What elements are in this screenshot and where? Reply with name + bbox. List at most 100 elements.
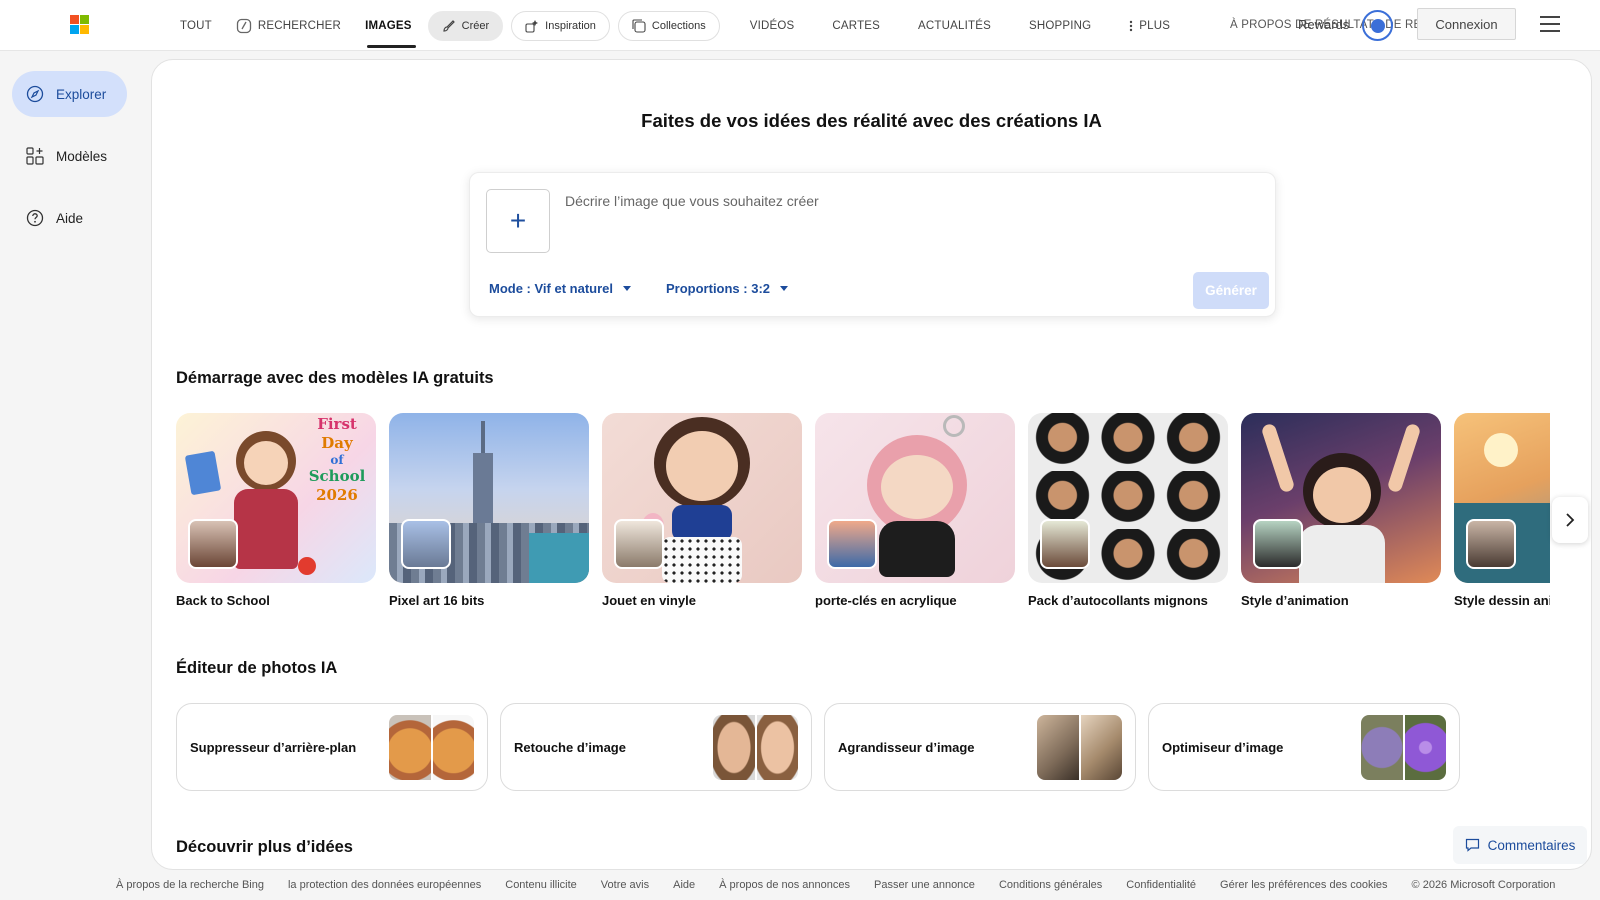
avatar — [1466, 519, 1516, 569]
comment-icon — [1465, 838, 1480, 852]
template-card-back-to-school[interactable]: First Day of School 2026 Back to School — [176, 413, 376, 608]
templates-title: Démarrage avec des modèles IA gratuits — [176, 369, 494, 387]
template-thumbnail — [1241, 413, 1441, 583]
nav-cartes-label: CARTES — [832, 20, 881, 32]
nav-shopping[interactable]: SHOPPING — [1017, 11, 1103, 41]
top-nav: TOUT RECHERCHER IMAGES Créer Inspiration… — [168, 11, 1182, 48]
nav-videos-label: VIDÉOS — [749, 20, 795, 32]
template-card-pixel-art[interactable]: Pixel art 16 bits — [389, 413, 589, 608]
nav-actualites[interactable]: ACTUALITÉS — [906, 11, 1003, 41]
footer-link-about-ads[interactable]: À propos de nos annonces — [719, 879, 850, 891]
more-vertical-icon — [1129, 20, 1133, 32]
tool-label: Agrandisseur d’image — [838, 740, 975, 755]
template-card-sticker-pack[interactable]: Pack d’autocollants mignons — [1028, 413, 1228, 608]
nav-videos[interactable]: VIDÉOS — [738, 11, 807, 41]
collections-icon — [632, 19, 646, 33]
tool-label: Suppresseur d’arrière-plan — [190, 740, 357, 755]
sidebar: Explorer Modèles Aide — [0, 51, 150, 871]
tool-preview — [389, 715, 474, 780]
footer-copyright: © 2026 Microsoft Corporation — [1411, 879, 1556, 891]
caret-down-icon — [780, 286, 789, 291]
nav-cartes[interactable]: CARTES — [820, 11, 892, 41]
sidebar-item-explorer[interactable]: Explorer — [12, 71, 127, 117]
sidebar-item-aide-label: Aide — [56, 210, 84, 226]
footer-link-illegal-content[interactable]: Contenu illicite — [505, 879, 577, 891]
pill-collections-label: Collections — [651, 20, 706, 32]
top-bar: TOUT RECHERCHER IMAGES Créer Inspiration… — [0, 0, 1600, 51]
template-card-animation-style[interactable]: Style d’animation — [1241, 413, 1441, 608]
chevron-right-icon — [1565, 513, 1575, 527]
editor-title: Éditeur de photos IA — [176, 659, 338, 677]
tool-image-enhancer[interactable]: Optimiseur d’image — [1148, 703, 1460, 791]
feedback-button[interactable]: Commentaires — [1453, 826, 1587, 864]
template-card-label: Pixel art 16 bits — [389, 593, 485, 608]
ratio-dropdown[interactable]: Proportions : 3:2 — [666, 281, 789, 296]
editor-tools: Suppresseur d’arrière-plan Retouche d’im… — [176, 703, 1460, 791]
footer-link-about-bing[interactable]: À propos de la recherche Bing — [116, 879, 264, 891]
nav-shopping-label: SHOPPING — [1028, 20, 1092, 32]
mode-dropdown[interactable]: Mode : Vif et naturel — [489, 281, 631, 296]
tool-image-retouch[interactable]: Retouche d’image — [500, 703, 812, 791]
template-card-label: Style d’animation — [1241, 593, 1349, 608]
discover-title: Découvrir plus d’idées — [176, 838, 353, 856]
template-card-acrylic-keychain[interactable]: porte-clés en acrylique — [815, 413, 1015, 608]
template-card-label: Style dessin animé — [1454, 593, 1550, 608]
footer-link-cookies[interactable]: Gérer les préférences des cookies — [1220, 879, 1388, 891]
footer-link-eu-privacy[interactable]: la protection des données européennes — [288, 879, 481, 891]
pill-collections[interactable]: Collections — [617, 11, 720, 41]
template-card-label: Pack d’autocollants mignons — [1028, 593, 1208, 608]
nav-plus[interactable]: PLUS — [1117, 11, 1182, 41]
page-title: Faites de vos idées des réalité avec des… — [641, 110, 1102, 131]
card-art-text-2: Day — [321, 434, 353, 452]
mode-dropdown-label: Mode : Vif et naturel — [489, 281, 613, 296]
templates-carousel: First Day of School 2026 Back to School — [176, 413, 1550, 613]
footer-link-terms[interactable]: Conditions générales — [999, 879, 1102, 891]
footer-link-advertise[interactable]: Passer une annonce — [874, 879, 975, 891]
nav-tout[interactable]: TOUT — [168, 11, 224, 41]
nav-plus-label: PLUS — [1139, 20, 1171, 32]
pill-creer[interactable]: Créer — [427, 11, 504, 41]
carousel-next-button[interactable] — [1552, 497, 1588, 543]
rewards-icon[interactable] — [1362, 10, 1393, 41]
template-thumbnail — [389, 413, 589, 583]
add-image-button[interactable]: + — [486, 189, 550, 253]
template-card-vinyl-toy[interactable]: Jouet en vinyle — [602, 413, 802, 608]
nav-images[interactable]: IMAGES — [353, 11, 424, 48]
signin-button[interactable]: Connexion — [1417, 8, 1516, 40]
search-icon — [236, 18, 252, 34]
help-icon — [26, 209, 44, 227]
tool-image-upscaler[interactable]: Agrandisseur d’image — [824, 703, 1136, 791]
generate-button[interactable]: Générer — [1193, 272, 1269, 309]
tool-background-remover[interactable]: Suppresseur d’arrière-plan — [176, 703, 488, 791]
plus-icon: + — [509, 205, 527, 236]
footer-link-feedback[interactable]: Votre avis — [601, 879, 649, 891]
avatar — [827, 519, 877, 569]
template-thumbnail: First Day of School 2026 — [176, 413, 376, 583]
pill-inspiration[interactable]: Inspiration — [511, 11, 610, 41]
prompt-input[interactable] — [565, 193, 1165, 209]
card-art-text-5: 2026 — [316, 486, 358, 504]
pill-creer-label: Créer — [461, 20, 490, 32]
tool-preview — [1037, 715, 1122, 780]
pill-inspiration-label: Inspiration — [545, 20, 596, 32]
footer-link-help[interactable]: Aide — [673, 879, 695, 891]
avatar — [401, 519, 451, 569]
tool-label: Optimiseur d’image — [1162, 740, 1284, 755]
sidebar-item-modeles[interactable]: Modèles — [12, 133, 127, 179]
template-card-label: porte-clés en acrylique — [815, 593, 957, 608]
ratio-dropdown-label: Proportions : 3:2 — [666, 281, 771, 296]
menu-icon[interactable] — [1540, 16, 1560, 32]
footer-link-privacy[interactable]: Confidentialité — [1126, 879, 1196, 891]
template-card-label: Back to School — [176, 593, 270, 608]
nav-rechercher[interactable]: RECHERCHER — [224, 11, 353, 41]
template-card-cartoon-style[interactable]: Style dessin animé — [1454, 413, 1550, 608]
nav-actualites-label: ACTUALITÉS — [918, 20, 991, 32]
microsoft-logo[interactable] — [70, 15, 89, 34]
creator-box: + Mode : Vif et naturel Proportions : 3:… — [469, 172, 1276, 317]
template-thumbnail — [1028, 413, 1228, 583]
avatar — [1040, 519, 1090, 569]
sidebar-item-aide[interactable]: Aide — [12, 195, 127, 241]
nav-rechercher-label: RECHERCHER — [257, 20, 342, 32]
rewards-label[interactable]: Rewards — [1298, 17, 1349, 32]
main-panel: Faites de vos idées des réalité avec des… — [151, 59, 1592, 870]
